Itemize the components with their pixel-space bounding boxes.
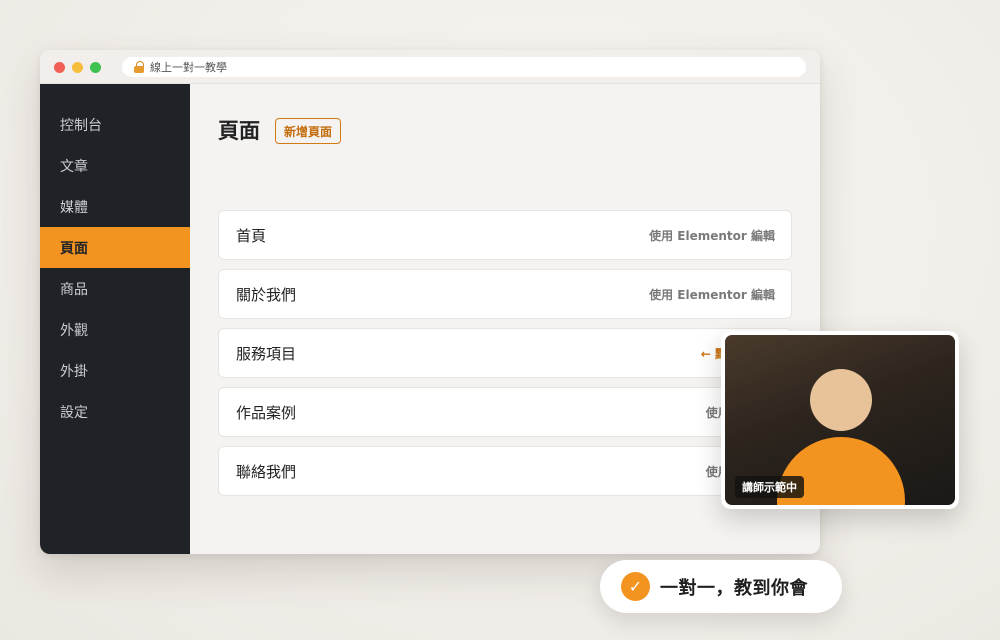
minimize-window-button[interactable] <box>72 62 83 73</box>
sidebar-item-posts[interactable]: 文章 <box>40 145 190 186</box>
close-window-button[interactable] <box>54 62 65 73</box>
page-list-row[interactable]: 聯絡我們 使用 Eleme <box>218 446 792 496</box>
address-bar[interactable]: 線上一對一教學 <box>122 57 806 77</box>
admin-sidebar: 控制台 文章 媒體 頁面 商品 外觀 外掛 設定 <box>40 84 190 554</box>
sidebar-item-dashboard[interactable]: 控制台 <box>40 104 190 145</box>
sidebar-item-label: 媒體 <box>60 199 88 216</box>
check-icon: ✓ <box>621 572 650 601</box>
sidebar-item-label: 外掛 <box>60 363 88 380</box>
page-title: 頁面 <box>218 119 260 143</box>
address-bar-text: 線上一對一教學 <box>150 61 227 74</box>
page-row-title[interactable]: 關於我們 <box>236 284 296 305</box>
sidebar-item-plugins[interactable]: 外掛 <box>40 350 190 391</box>
page-list-row[interactable]: 作品案例 使用 Eleme <box>218 387 792 437</box>
tagline-pill: ✓ 一對一，教到你會 <box>600 560 842 613</box>
sidebar-item-settings[interactable]: 設定 <box>40 391 190 432</box>
instructor-head <box>810 369 872 431</box>
sidebar-item-products[interactable]: 商品 <box>40 268 190 309</box>
lock-icon <box>134 61 144 73</box>
video-feed: 講師示範中 <box>725 335 955 505</box>
sidebar-item-label: 控制台 <box>60 117 102 134</box>
sidebar-item-label: 外觀 <box>60 322 88 339</box>
tagline-text: 一對一，教到你會 <box>660 577 808 599</box>
page-list-row[interactable]: 服務項目 ← 點這裡改字 <box>218 328 792 378</box>
sidebar-item-pages[interactable]: 頁面 <box>40 227 190 268</box>
sidebar-item-label: 頁面 <box>60 240 88 257</box>
browser-titlebar: 線上一對一教學 <box>40 50 820 84</box>
add-page-button[interactable]: 新增頁面 <box>275 118 342 144</box>
instructor-video-window: 講師示範中 <box>721 331 959 509</box>
edit-with-elementor-link[interactable]: 使用 Elementor 編輯 <box>649 227 775 244</box>
video-status-badge: 講師示範中 <box>735 476 804 498</box>
sidebar-item-label: 商品 <box>60 281 88 298</box>
page-row-title[interactable]: 作品案例 <box>236 402 296 423</box>
sidebar-item-appearance[interactable]: 外觀 <box>40 309 190 350</box>
page-row-title[interactable]: 首頁 <box>236 225 266 246</box>
sidebar-item-label: 設定 <box>60 404 88 421</box>
page-list-row[interactable]: 關於我們 使用 Elementor 編輯 <box>218 269 792 319</box>
sidebar-item-label: 文章 <box>60 158 88 175</box>
page-row-title[interactable]: 服務項目 <box>236 343 296 364</box>
maximize-window-button[interactable] <box>90 62 101 73</box>
page-list-row[interactable]: 首頁 使用 Elementor 編輯 <box>218 210 792 260</box>
sidebar-item-media[interactable]: 媒體 <box>40 186 190 227</box>
page-row-title[interactable]: 聯絡我們 <box>236 461 296 482</box>
browser-window: 線上一對一教學 控制台 文章 媒體 頁面 商品 外觀 外掛 設定 頁面 新增頁面… <box>40 50 820 554</box>
edit-with-elementor-link[interactable]: 使用 Elementor 編輯 <box>649 286 775 303</box>
